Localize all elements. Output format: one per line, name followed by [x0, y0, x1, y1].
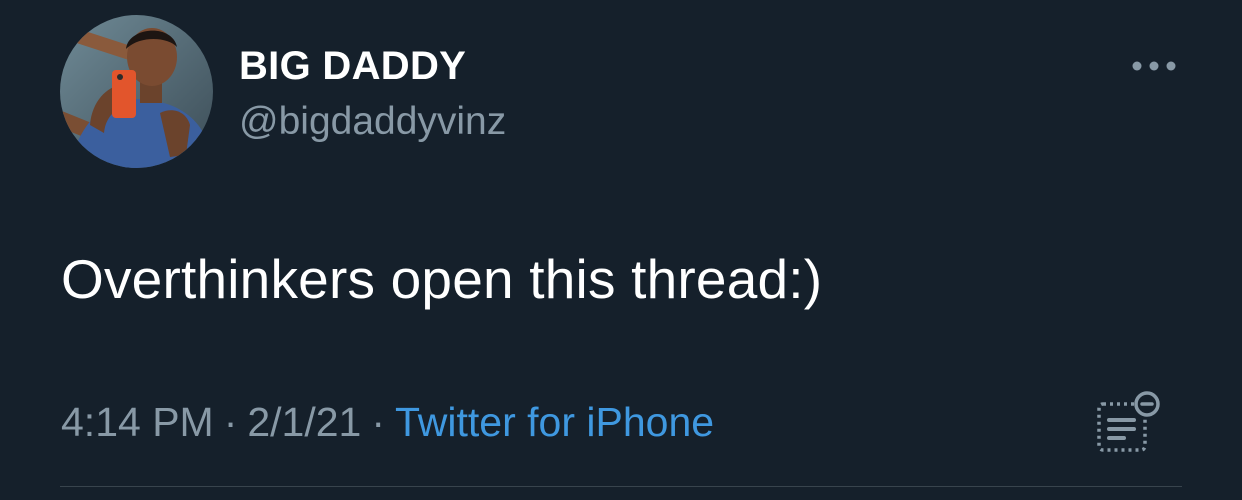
more-options-button[interactable]: [1124, 48, 1184, 84]
divider: [60, 486, 1182, 487]
tweet-text: Overthinkers open this thread:): [61, 248, 823, 310]
meta-separator: ·: [223, 399, 238, 445]
user-handle[interactable]: @bigdaddyvinz: [239, 98, 506, 146]
display-name[interactable]: BIG DADDY: [239, 42, 466, 90]
tweet-date[interactable]: 2/1/21: [247, 399, 361, 445]
tweet-activity-icon: [1097, 391, 1160, 452]
meta-separator: ·: [371, 399, 386, 445]
tweet-activity-button[interactable]: [1092, 388, 1162, 458]
avatar[interactable]: [60, 15, 213, 168]
tweet-time[interactable]: 4:14 PM: [61, 399, 214, 445]
more-horizontal-icon: [1132, 61, 1176, 71]
tweet-metadata: 4:14 PM · 2/1/21 · Twitter for iPhone: [61, 396, 714, 448]
avatar-image: [60, 15, 213, 168]
tweet-detail: BIG DADDY @bigdaddyvinz Overthinkers ope…: [0, 0, 1242, 500]
tweet-source-link[interactable]: Twitter for iPhone: [395, 399, 714, 445]
